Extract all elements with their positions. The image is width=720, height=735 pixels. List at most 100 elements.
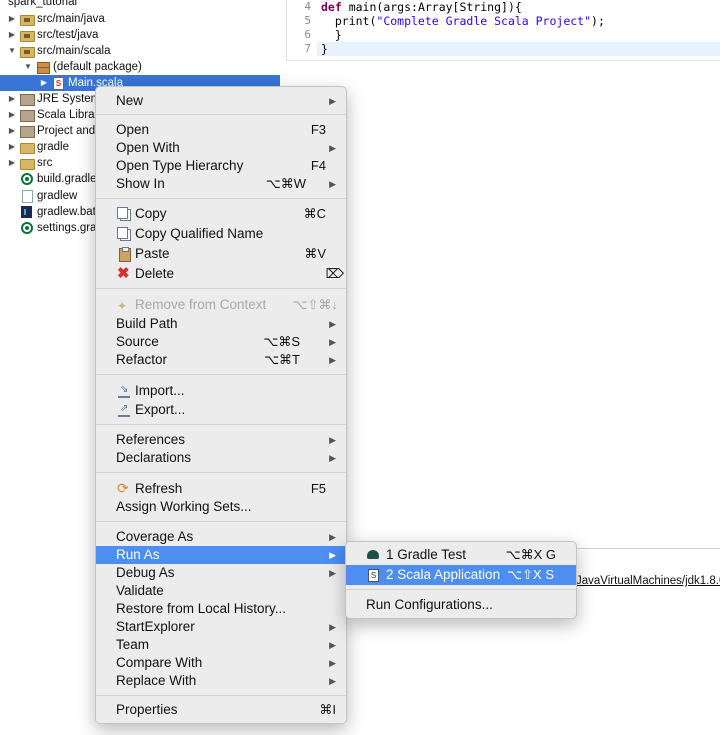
- menu-separator: [96, 695, 346, 696]
- menu-shortcut: F4: [310, 158, 326, 173]
- run-as-submenu: 1 Gradle Test ⌥⌘X G S 2 Scala Applicatio…: [345, 541, 577, 619]
- menu-item-validate[interactable]: Validate: [96, 582, 346, 600]
- editor-bottom-border: [286, 60, 720, 61]
- menu-item-build-path[interactable]: Build Path ▶: [96, 315, 346, 333]
- menu-item-label: Open Type Hierarchy: [116, 158, 244, 173]
- menu-item-label: Run As: [116, 547, 160, 562]
- menu-item-export[interactable]: Export...: [96, 400, 346, 419]
- tree-item-src-main-java[interactable]: ▶ src/main/java: [0, 11, 280, 27]
- menu-item-gradle-test[interactable]: 1 Gradle Test ⌥⌘X G: [346, 545, 576, 565]
- gradle-file-icon: [21, 173, 33, 185]
- menu-item-references[interactable]: References ▶: [96, 431, 346, 449]
- menu-item-label: Delete: [135, 266, 175, 281]
- menu-item-label: Validate: [116, 583, 164, 598]
- menu-separator: [96, 374, 346, 375]
- menu-item-run-configurations[interactable]: Run Configurations...: [346, 595, 576, 615]
- menu-item-refactor[interactable]: Refactor ⌥⌘T ▶: [96, 351, 346, 369]
- tree-collapsed-icon[interactable]: ▶: [7, 139, 17, 155]
- menu-separator: [96, 521, 346, 522]
- submenu-arrow-icon: ▶: [329, 355, 336, 365]
- copy-icon: [117, 207, 131, 221]
- menu-item-label: Build Path: [116, 316, 178, 331]
- tree-item-src-test-java[interactable]: ▶ src/test/java: [0, 27, 280, 43]
- menu-item-open-type-hierarchy[interactable]: Open Type Hierarchy F4: [96, 157, 346, 175]
- menu-item-delete[interactable]: ✖ Delete ⌦: [96, 265, 346, 283]
- menu-item-scala-application[interactable]: S 2 Scala Application ⌥⇧X S: [346, 565, 576, 585]
- tree-item-label: spark_tutorial: [8, 0, 78, 8]
- menu-item-replace-with[interactable]: Replace With ▶: [96, 672, 346, 690]
- submenu-arrow-icon: ▶: [329, 453, 336, 463]
- tree-expanded-icon[interactable]: ▼: [23, 59, 33, 75]
- menu-item-paste[interactable]: Paste ⌘V: [96, 245, 346, 263]
- menu-item-source[interactable]: Source ⌥⌘S ▶: [96, 333, 346, 351]
- remove-context-icon: ✦: [117, 299, 128, 313]
- menu-shortcut: ⌥⌘W: [265, 176, 306, 191]
- menu-item-label: Coverage As: [116, 529, 194, 544]
- import-icon: [118, 381, 130, 399]
- tree-item-label: src/test/java: [37, 29, 99, 41]
- tree-collapsed-icon[interactable]: ▶: [7, 107, 17, 123]
- menu-separator: [346, 589, 576, 590]
- menu-item-properties[interactable]: Properties ⌘I: [96, 701, 346, 719]
- tree-expanded-icon[interactable]: ▼: [7, 43, 17, 59]
- library-icon: [20, 94, 35, 106]
- context-menu: New ▶ Open F3 Open With ▶ Open Type Hier…: [95, 86, 347, 724]
- menu-item-assign-working-sets[interactable]: Assign Working Sets...: [96, 498, 346, 516]
- library-icon: [20, 126, 35, 138]
- menu-item-new[interactable]: New ▶: [96, 92, 346, 110]
- line-number: 5: [304, 14, 311, 27]
- menu-item-label: Compare With: [116, 655, 203, 670]
- code-line[interactable]: def main(args:Array[String]){: [321, 0, 522, 14]
- tree-item-src-main-scala[interactable]: ▼ src/main/scala: [0, 43, 280, 59]
- menu-item-label: Restore from Local History...: [116, 601, 287, 616]
- menu-shortcut: F5: [310, 481, 326, 496]
- tree-item-label: src/main/java: [37, 13, 105, 25]
- tree-collapsed-icon[interactable]: ▶: [7, 155, 17, 171]
- submenu-arrow-icon: ▶: [329, 532, 336, 542]
- code-line[interactable]: }: [321, 28, 342, 42]
- tree-collapsed-icon[interactable]: ▶: [7, 123, 17, 139]
- submenu-arrow-icon: ▶: [329, 319, 336, 329]
- tree-collapsed-icon[interactable]: ▶: [7, 11, 17, 27]
- menu-item-label: References: [116, 432, 186, 447]
- menu-separator: [96, 114, 346, 115]
- menu-item-debug-as[interactable]: Debug As ▶: [96, 564, 346, 582]
- menu-item-label: Debug As: [116, 565, 175, 580]
- menu-item-label: Refresh: [135, 481, 183, 496]
- menu-item-open[interactable]: Open F3: [96, 121, 346, 139]
- tree-item-label: gradle: [37, 141, 69, 153]
- menu-item-run-as[interactable]: Run As ▶: [96, 546, 346, 564]
- menu-item-coverage-as[interactable]: Coverage As ▶: [96, 528, 346, 546]
- menu-item-open-with[interactable]: Open With ▶: [96, 139, 346, 157]
- menu-item-start-explorer[interactable]: StartExplorer ▶: [96, 618, 346, 636]
- code-line[interactable]: print("Complete Gradle Scala Project");: [321, 14, 605, 28]
- menu-item-remove-from-context: ✦ Remove from Context ⌥⇧⌘↓: [96, 296, 346, 314]
- menu-shortcut: F3: [310, 122, 326, 137]
- submenu-arrow-icon: ▶: [329, 658, 336, 668]
- menu-item-copy[interactable]: Copy ⌘C: [96, 205, 346, 223]
- menu-item-label: Export...: [135, 402, 186, 417]
- jvm-path-link[interactable]: JavaVirtualMachines/jdk1.8.0: [576, 575, 720, 587]
- tree-item-project[interactable]: spark_tutorial: [0, 0, 280, 10]
- submenu-arrow-icon: ▶: [329, 337, 336, 347]
- tree-collapsed-icon[interactable]: ▶: [7, 91, 17, 107]
- menu-item-refresh[interactable]: ⟳ Refresh F5: [96, 480, 346, 498]
- code-line-current[interactable]: }: [317, 42, 720, 56]
- menu-item-restore-local-history[interactable]: Restore from Local History...: [96, 600, 346, 618]
- tree-collapsed-icon[interactable]: ▶: [7, 27, 17, 43]
- tree-item-default-package[interactable]: ▼ (default package): [0, 59, 280, 75]
- menu-item-team[interactable]: Team ▶: [96, 636, 346, 654]
- menu-item-compare-with[interactable]: Compare With ▶: [96, 654, 346, 672]
- library-icon: [20, 110, 35, 122]
- menu-shortcut: ⌥⇧X S: [507, 567, 554, 582]
- menu-item-declarations[interactable]: Declarations ▶: [96, 449, 346, 467]
- menu-item-label: Open: [116, 122, 150, 137]
- menu-item-copy-qualified-name[interactable]: Copy Qualified Name: [96, 225, 346, 243]
- code-editor[interactable]: 4 def main(args:Array[String]){ 5 print(…: [286, 0, 720, 60]
- menu-item-show-in[interactable]: Show In ⌥⌘W ▶: [96, 175, 346, 193]
- menu-item-label: Replace With: [116, 673, 197, 688]
- tree-collapsed-icon[interactable]: ▶: [39, 75, 49, 91]
- menu-item-import[interactable]: Import...: [96, 381, 346, 400]
- batch-file-icon: [21, 206, 32, 218]
- tree-item-label: build.gradle: [37, 173, 97, 185]
